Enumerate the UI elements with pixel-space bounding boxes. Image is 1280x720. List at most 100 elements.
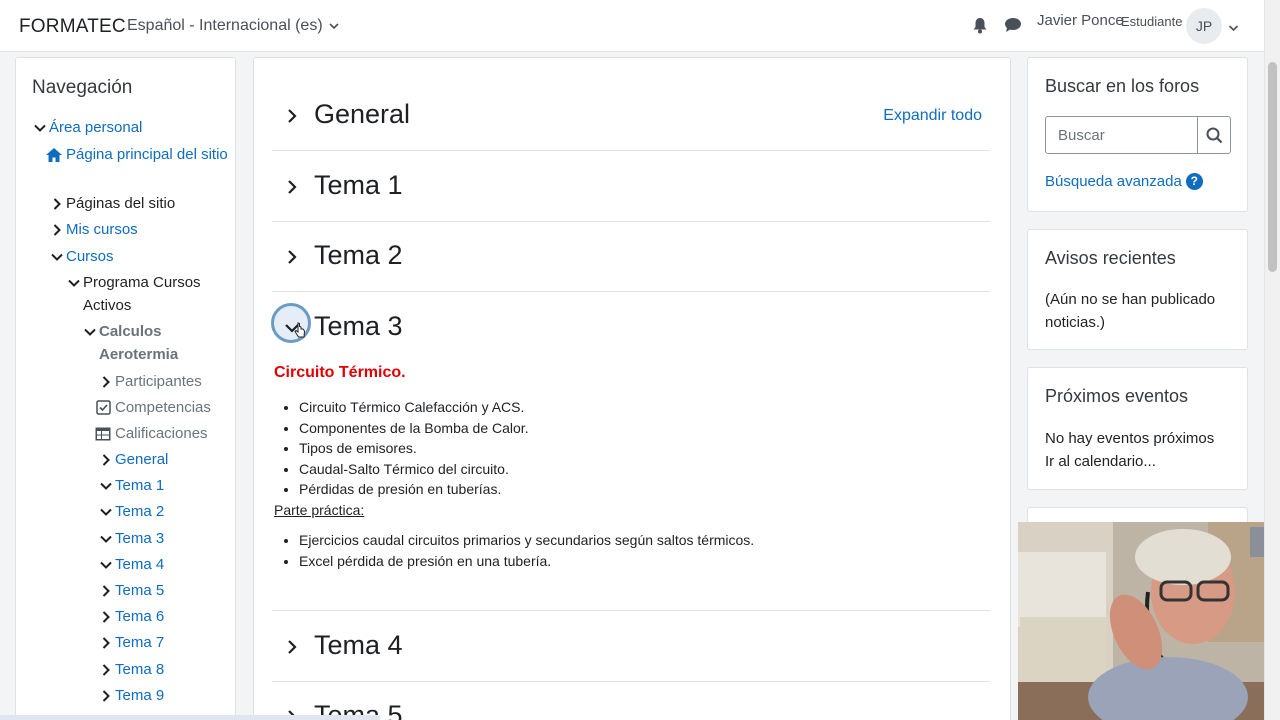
section-general: General Expandir todo	[272, 81, 990, 151]
search-button[interactable]	[1197, 116, 1231, 154]
chevron-right-icon	[98, 579, 114, 602]
news-block: Avisos recientes (Aún no se han publicad…	[1027, 229, 1248, 350]
notifications-bell-icon[interactable]	[969, 14, 991, 36]
nav-item-label: Calculos Aerotermia	[99, 323, 179, 363]
nav-item-tema-2[interactable]: Tema 2	[98, 500, 164, 523]
section-tema-1: Tema 1	[272, 152, 990, 222]
nav-item-label: Tema 3	[115, 530, 165, 547]
nav-item-label: General	[115, 451, 169, 468]
nav-item-label: Tema 9	[115, 687, 165, 704]
forum-search-input[interactable]	[1045, 116, 1198, 154]
site-brand[interactable]: FORMATEC	[19, 16, 126, 38]
user-name[interactable]: Javier Ponce	[1037, 12, 1124, 29]
navigation-title: Navegación	[32, 77, 133, 98]
nav-item-label: Competencias	[115, 399, 211, 416]
news-empty-text: (Aún no se han publicado noticias.)	[1045, 291, 1216, 331]
chevron-right-icon	[98, 370, 114, 393]
chevron-down-icon	[98, 500, 114, 523]
chevron-down-icon	[66, 271, 82, 294]
nav-item-tema-7[interactable]: Tema 7	[98, 631, 164, 654]
presenter-webcam-overlay	[1018, 522, 1280, 720]
status-bar	[0, 715, 380, 720]
messages-chat-icon[interactable]	[1002, 14, 1024, 36]
webcam-video-frame	[1018, 522, 1280, 720]
checkbox-icon	[94, 396, 112, 419]
chevron-right-icon[interactable]	[282, 244, 302, 270]
list-item: Caudal-Salto Térmico del circuito.	[299, 459, 974, 480]
nav-item-paginas-del-sitio[interactable]: Páginas del sitio	[49, 192, 175, 215]
events-title: Próximos eventos	[1045, 386, 1189, 406]
nav-item-label: Cursos	[66, 248, 114, 265]
chevron-right-icon[interactable]	[282, 103, 302, 129]
chevron-right-icon	[98, 684, 114, 707]
chevron-right-icon[interactable]	[282, 174, 302, 200]
events-block: Próximos eventos No hay eventos próximos…	[1027, 367, 1248, 490]
user-role: Estudiante	[1121, 14, 1183, 29]
help-icon[interactable]: ?	[1185, 173, 1203, 190]
section-title[interactable]: Tema 4	[314, 630, 403, 661]
section-tema-2: Tema 2	[272, 222, 990, 292]
list-item: Excel pérdida de presión en una tubería.	[299, 551, 974, 572]
nav-item-label: Tema 2	[115, 503, 165, 520]
page-scrollbar[interactable]	[1264, 0, 1280, 720]
section-title[interactable]: Tema 2	[314, 240, 403, 271]
expand-all-link[interactable]: Expandir todo	[883, 107, 982, 125]
nav-item-tema-6[interactable]: Tema 6	[98, 605, 164, 628]
language-menu[interactable]: Español - Internacional (es)	[127, 17, 339, 35]
nav-item-calificaciones[interactable]: Calificaciones	[94, 422, 208, 445]
nav-item-label: Página principal del sitio	[66, 146, 228, 163]
nav-item-area-personal[interactable]: Área personal	[32, 116, 142, 139]
list-item: Componentes de la Bomba de Calor.	[299, 418, 974, 439]
chevron-down-icon	[49, 245, 65, 268]
nav-item-tema-3[interactable]: Tema 3	[98, 527, 164, 550]
section-title[interactable]: Tema 3	[314, 311, 403, 342]
nav-item-label: Tema 6	[115, 608, 165, 625]
user-menu-chevron-down-icon[interactable]	[1228, 19, 1239, 37]
nav-item-general[interactable]: General	[98, 448, 168, 471]
chevron-down-icon	[82, 320, 98, 343]
forum-search-title: Buscar en los foros	[1045, 76, 1200, 96]
nav-item-programa-cursos-activos[interactable]: Programa Cursos Activos	[66, 271, 231, 317]
chevron-down-icon	[329, 23, 339, 30]
course-content: General Expandir todo Tema 1 Tema 2 Tema…	[253, 57, 1011, 720]
nav-item-tema-4[interactable]: Tema 4	[98, 553, 164, 576]
forum-search-block: Buscar en los foros Búsqueda avanzada?	[1027, 57, 1248, 212]
nav-item-label: Tema 7	[115, 634, 165, 651]
nav-item-calculos-aerotermia[interactable]: Calculos Aerotermia	[82, 320, 212, 366]
language-label: Español - Internacional (es)	[127, 17, 323, 34]
nav-item-mis-cursos[interactable]: Mis cursos	[49, 218, 138, 241]
nav-item-label: Tema 1	[115, 477, 165, 494]
nav-item-tema-1[interactable]: Tema 1	[98, 474, 164, 497]
mouse-cursor-icon	[294, 322, 306, 338]
nav-item-competencias[interactable]: Competencias	[94, 396, 211, 419]
nav-item-tema-8[interactable]: Tema 8	[98, 658, 164, 681]
calendar-link[interactable]: Ir al calendario...	[1045, 450, 1240, 473]
nav-item-label: Tema 8	[115, 661, 165, 678]
nav-item-tema-9[interactable]: Tema 9	[98, 684, 164, 707]
list-item: Circuito Térmico Calefacción y ACS.	[299, 397, 974, 418]
chevron-down-icon	[98, 527, 114, 550]
tema-3-summary: Circuito Térmico. Circuito Térmico Calef…	[274, 364, 974, 571]
nav-item-cursos[interactable]: Cursos	[49, 245, 114, 268]
chevron-right-icon	[98, 605, 114, 628]
chevron-down-icon	[98, 474, 114, 497]
chevron-right-icon[interactable]	[282, 634, 302, 660]
nav-item-label: Mis cursos	[66, 221, 138, 238]
chevron-down-icon	[98, 553, 114, 576]
section-title[interactable]: Tema 1	[314, 170, 403, 201]
scrollbar-thumb[interactable]	[1268, 62, 1277, 272]
home-icon	[44, 143, 64, 166]
section-title[interactable]: General	[314, 99, 410, 130]
nav-item-pagina-principal[interactable]: Página principal del sitio	[44, 143, 229, 166]
practica-list: Ejercicios caudal circuitos primarios y …	[274, 530, 974, 571]
chevron-down-icon	[32, 116, 48, 139]
chevron-right-icon	[98, 631, 114, 654]
nav-item-participantes[interactable]: Participantes	[98, 370, 202, 393]
list-item: Pérdidas de presión en tuberías.	[299, 479, 974, 500]
practica-label: Parte práctica:	[274, 501, 365, 518]
nav-item-tema-5[interactable]: Tema 5	[98, 579, 164, 602]
avatar[interactable]: JP	[1186, 8, 1222, 44]
advanced-search-link[interactable]: Búsqueda avanzada	[1045, 173, 1182, 190]
news-title: Avisos recientes	[1045, 248, 1176, 268]
summary-heading: Circuito Térmico.	[274, 364, 406, 381]
